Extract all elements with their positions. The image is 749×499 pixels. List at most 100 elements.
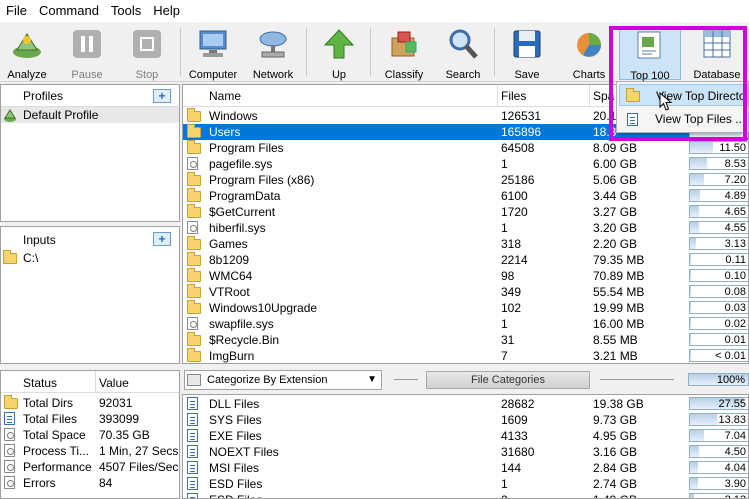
percent-bar: 4.50 xyxy=(689,445,748,458)
status-icon xyxy=(4,395,18,409)
file-type-icon xyxy=(187,413,198,426)
column-name[interactable]: Name xyxy=(209,89,241,103)
percent-bar: 4.04 xyxy=(689,461,748,474)
table-row[interactable]: DLL Files 28682 19.38 GB 27.55 xyxy=(183,396,748,412)
table-row[interactable]: ProgramData 6100 3.44 GB 4.89 xyxy=(183,188,748,204)
status-icon xyxy=(4,412,15,425)
analyze-button[interactable]: Analyze xyxy=(2,26,52,81)
toolbar-separator xyxy=(180,28,181,76)
file-icon xyxy=(187,157,198,170)
file-icon xyxy=(187,221,198,234)
stop-button[interactable]: Stop xyxy=(122,26,172,81)
percent-bar: 3.13 xyxy=(689,237,748,250)
status-row: Process Ti... 1 Min, 27 Secs xyxy=(1,443,179,459)
table-row[interactable]: Program Files 64508 8.09 GB 11.50 xyxy=(183,140,748,156)
file-type-icon xyxy=(187,445,198,458)
up-button[interactable]: Up xyxy=(316,26,362,81)
menu-command[interactable]: Command xyxy=(33,0,105,22)
folder-icon xyxy=(187,252,201,266)
charts-button[interactable]: Charts xyxy=(566,26,612,81)
percent-bar: 4.65 xyxy=(689,205,748,218)
table-row[interactable]: swapfile.sys 1 16.00 MB 0.02 xyxy=(183,316,748,332)
categorize-bar: Categorize By Extension ▼ File Categorie… xyxy=(182,368,749,392)
add-profile-button[interactable]: + xyxy=(153,89,171,103)
folder-icon xyxy=(187,348,201,362)
percent-bar: < 0.01 xyxy=(689,349,748,362)
percent-bar: 13.83 xyxy=(689,413,748,426)
add-input-button[interactable]: + xyxy=(153,232,171,246)
table-row[interactable]: Program Files (x86) 25186 5.06 GB 7.20 xyxy=(183,172,748,188)
table-row[interactable]: MSI Files 144 2.84 GB 4.04 xyxy=(183,460,748,476)
status-panel: Status Value Total Dirs 92031 Total Files 3… xyxy=(0,370,180,499)
folder-icon xyxy=(187,108,201,122)
folder-icon xyxy=(187,332,201,346)
search-icon xyxy=(447,28,479,60)
file-type-icon xyxy=(187,493,198,498)
file-type-icon xyxy=(187,429,198,442)
table-row[interactable]: ESD Files 1 2.74 GB 3.90 xyxy=(183,476,748,492)
folder-icon xyxy=(187,172,201,186)
percent-bar: 0.08 xyxy=(689,285,748,298)
file-type-icon xyxy=(187,461,198,474)
table-row[interactable]: WMC64 98 70.89 MB 0.10 xyxy=(183,268,748,284)
list-item-default-profile[interactable]: Default Profile xyxy=(1,107,179,123)
pause-button[interactable]: Pause xyxy=(62,26,112,81)
status-row: Errors 84 xyxy=(1,475,179,491)
table-row[interactable]: NOEXT Files 31680 3.16 GB 4.50 xyxy=(183,444,748,460)
table-row[interactable]: EXE Files 4133 4.95 GB 7.04 xyxy=(183,428,748,444)
table-row[interactable]: $GetCurrent 1720 3.27 GB 4.65 xyxy=(183,204,748,220)
folder-icon xyxy=(187,236,201,250)
toolbar-separator xyxy=(306,28,307,76)
network-button[interactable]: Network xyxy=(248,26,298,81)
folder-icon xyxy=(187,140,201,154)
computer-button[interactable]: Computer xyxy=(186,26,240,81)
file-type-icon xyxy=(187,397,198,410)
table-row[interactable]: ESD Files21.49 GB2.12 xyxy=(183,492,748,498)
classify-button[interactable]: Classify xyxy=(378,26,430,81)
file-type-icon xyxy=(187,477,198,490)
percent-bar: 0.11 xyxy=(689,253,748,266)
profile-icon xyxy=(4,109,16,122)
percent-bar: 27.55 xyxy=(689,397,748,410)
table-row[interactable]: $Recycle.Bin 31 8.55 MB 0.01 xyxy=(183,332,748,348)
percent-bar: 4.55 xyxy=(689,221,748,234)
status-row: Performance 4507 Files/Sec xyxy=(1,459,179,475)
toolbar-separator xyxy=(370,28,371,76)
category-table: DLL Files 28682 19.38 GB 27.55 SYS Files 1609… xyxy=(182,394,749,499)
status-row: Total Dirs 92031 xyxy=(1,395,179,411)
table-row[interactable]: VTRoot 349 55.54 MB 0.08 xyxy=(183,284,748,300)
file-categories-button[interactable]: File Categories xyxy=(426,371,590,389)
table-row[interactable]: ImgBurn 7 3.21 MB < 0.01 xyxy=(183,348,748,363)
folder-icon xyxy=(187,284,201,298)
percent-bar: 0.03 xyxy=(689,301,748,314)
table-row[interactable]: pagefile.sys 1 6.00 GB 8.53 xyxy=(183,156,748,172)
folder-icon xyxy=(187,204,201,218)
menu-help[interactable]: Help xyxy=(147,0,186,22)
classify-icon xyxy=(388,28,420,60)
table-row[interactable]: 8b1209 2214 79.35 MB 0.11 xyxy=(183,252,748,268)
folder-icon xyxy=(3,250,17,264)
folder-icon xyxy=(187,124,201,138)
table-row[interactable]: SYS Files 1609 9.73 GB 13.83 xyxy=(183,412,748,428)
status-icon xyxy=(4,428,15,441)
save-button[interactable]: Save xyxy=(504,26,550,81)
save-disk-icon xyxy=(511,28,543,60)
folder-icon xyxy=(187,300,201,314)
percent-bar: 2.12 xyxy=(689,493,748,498)
status-icon xyxy=(4,444,15,457)
menu-file[interactable]: File xyxy=(0,0,33,22)
inputs-panel: Inputs + C:\ xyxy=(0,226,180,364)
profiles-header: Profiles + xyxy=(1,85,179,107)
analyze-icon xyxy=(11,28,43,60)
column-files[interactable]: Files xyxy=(501,89,526,103)
table-row[interactable]: hiberfil.sys 1 3.20 GB 4.55 xyxy=(183,220,748,236)
menu-tools[interactable]: Tools xyxy=(105,0,147,22)
percent-bar: 11.50 xyxy=(689,141,748,154)
status-row: Total Space 70.35 GB xyxy=(1,427,179,443)
percent-bar: 0.01 xyxy=(689,333,748,346)
table-row[interactable]: Windows10Upgrade 102 19.99 MB 0.03 xyxy=(183,300,748,316)
table-row[interactable]: Games 318 2.20 GB 3.13 xyxy=(183,236,748,252)
categorize-select[interactable]: Categorize By Extension ▼ xyxy=(184,370,382,390)
list-item-input[interactable]: C:\ xyxy=(1,250,179,266)
search-button[interactable]: Search xyxy=(440,26,486,81)
